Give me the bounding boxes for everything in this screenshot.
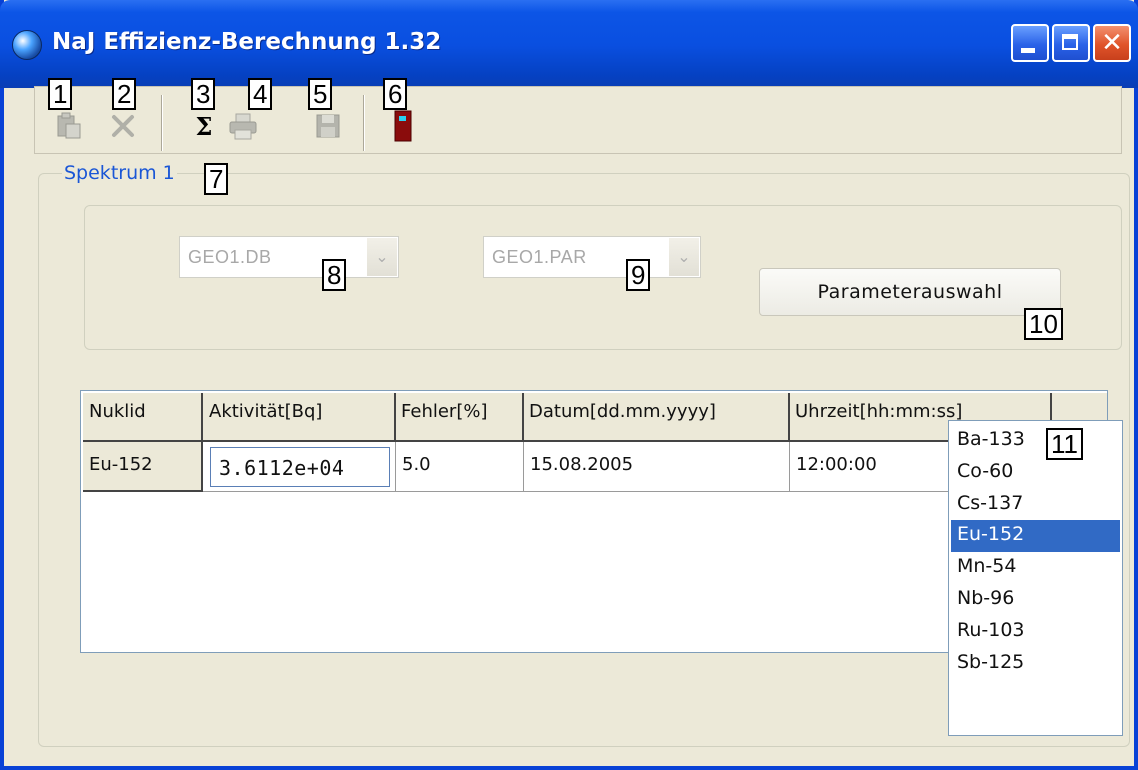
toolbar-separator <box>363 95 365 151</box>
toolbar-separator <box>161 95 163 151</box>
list-item[interactable]: Ba-133 <box>951 425 1120 457</box>
window-title: NaJ Effizienz-Berechnung 1.32 <box>52 29 442 55</box>
paste-button[interactable] <box>51 109 87 143</box>
floppy-disk-icon <box>316 114 340 138</box>
list-item-selected[interactable]: Eu-152 <box>951 520 1120 552</box>
column-header-nuklid[interactable]: Nuklid <box>83 393 203 442</box>
chevron-down-icon[interactable]: ⌄ <box>669 238 699 276</box>
annotation-label: 11 <box>1046 428 1083 460</box>
annotation-label: 2 <box>112 78 137 110</box>
exit-button[interactable] <box>385 109 421 143</box>
geometry-db-combobox[interactable]: GEO1.DB ⌄ <box>179 236 399 278</box>
printer-icon <box>229 113 257 140</box>
main-window: NaJ Effizienz-Berechnung 1.32 ✕ Σ 1 2 3 … <box>0 0 1138 770</box>
minimize-icon <box>1021 48 1035 53</box>
delete-button[interactable] <box>105 109 141 143</box>
parameter-file-combobox[interactable]: GEO1.PAR ⌄ <box>483 236 701 278</box>
annotation-label: 8 <box>322 259 347 291</box>
annotation-label: 7 <box>204 163 229 195</box>
list-item[interactable]: Cs-137 <box>951 489 1120 521</box>
annotation-label: 3 <box>191 78 216 110</box>
maximize-icon <box>1062 34 1078 50</box>
geometry-db-value: GEO1.DB <box>188 247 272 267</box>
list-item[interactable]: Co-60 <box>951 457 1120 489</box>
annotation-label: 1 <box>48 78 73 110</box>
column-header-aktivitaet[interactable]: Aktivität[Bq] <box>203 393 396 442</box>
aktivitaet-edit-field[interactable]: 3.6112e+04 <box>210 447 390 487</box>
sigma-icon: Σ <box>195 111 213 141</box>
list-item[interactable]: Nb-96 <box>951 584 1120 616</box>
chevron-down-icon[interactable]: ⌄ <box>367 238 397 276</box>
minimize-button[interactable] <box>1011 24 1049 62</box>
row-header-nuklid[interactable]: Eu-152 <box>83 442 203 492</box>
spectrum-group-legend: Spektrum 1 <box>62 162 177 184</box>
title-bar[interactable]: NaJ Effizienz-Berechnung 1.32 ✕ <box>0 0 1138 88</box>
save-button[interactable] <box>310 109 346 143</box>
door-exit-icon <box>394 110 412 142</box>
annotation-label: 10 <box>1024 308 1063 340</box>
parameter-selection-button[interactable]: Parameterauswahl <box>759 268 1061 316</box>
maximize-button[interactable] <box>1052 24 1090 62</box>
close-x-icon <box>112 115 134 137</box>
close-button[interactable]: ✕ <box>1093 24 1131 62</box>
list-item[interactable]: Ru-103 <box>951 616 1120 648</box>
nuclide-dropdown-list[interactable]: Ba-133 Co-60 Cs-137 Eu-152 Mn-54 Nb-96 R… <box>948 420 1123 736</box>
list-item[interactable]: Sb-125 <box>951 648 1120 680</box>
close-icon: ✕ <box>1101 28 1123 58</box>
print-button[interactable] <box>225 109 261 143</box>
annotation-label: 9 <box>626 259 651 291</box>
calculate-button[interactable]: Σ <box>186 109 222 143</box>
parameter-file-value: GEO1.PAR <box>492 247 587 267</box>
list-item[interactable]: Mn-54 <box>951 552 1120 584</box>
annotation-label: 5 <box>308 78 333 110</box>
column-header-datum[interactable]: Datum[dd.mm.yyyy] <box>524 393 790 442</box>
annotation-label: 4 <box>248 78 273 110</box>
annotation-label: 6 <box>383 78 408 110</box>
column-header-fehler[interactable]: Fehler[%] <box>396 393 524 442</box>
datum-cell[interactable]: 15.08.2005 <box>524 442 790 492</box>
fehler-cell[interactable]: 5.0 <box>396 442 524 492</box>
app-globe-icon <box>12 30 42 60</box>
paste-icon <box>57 112 81 139</box>
